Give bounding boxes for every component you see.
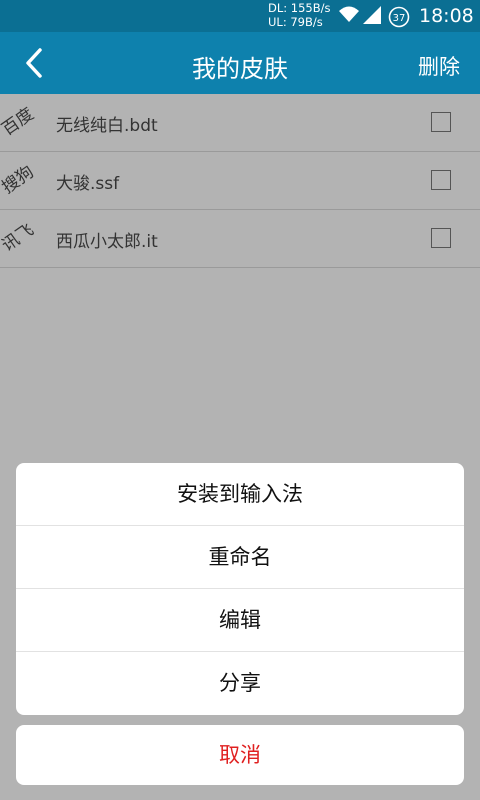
- rename-button[interactable]: 重命名: [16, 526, 464, 589]
- title-bar: 我的皮肤 删除: [0, 32, 480, 94]
- network-speed: DL: 155B/s UL: 79B/s: [268, 1, 331, 29]
- source-tag: 百度: [0, 104, 38, 140]
- clock: 18:08: [419, 5, 474, 27]
- battery-level: 37: [393, 13, 406, 24]
- download-speed: DL: 155B/s: [268, 1, 331, 15]
- skin-name: 无线纯白.bdt: [56, 116, 158, 136]
- edit-button[interactable]: 编辑: [16, 589, 464, 652]
- signal-icon: [363, 6, 381, 24]
- select-checkbox[interactable]: [431, 228, 451, 248]
- upload-speed: UL: 79B/s: [268, 15, 323, 29]
- cancel-button[interactable]: 取消: [16, 725, 464, 785]
- page-title: 我的皮肤: [192, 55, 288, 83]
- battery-icon: 37: [388, 6, 410, 32]
- list-item[interactable]: 百度 无线纯白.bdt: [0, 94, 480, 152]
- select-checkbox[interactable]: [431, 112, 451, 132]
- source-tag: 讯飞: [0, 220, 38, 256]
- skin-list: 百度 无线纯白.bdt 搜狗 大骏.ssf 讯飞 西瓜小太郎.it: [0, 94, 480, 268]
- share-button[interactable]: 分享: [16, 652, 464, 715]
- list-item[interactable]: 搜狗 大骏.ssf: [0, 152, 480, 210]
- list-item[interactable]: 讯飞 西瓜小太郎.it: [0, 210, 480, 268]
- skin-name: 西瓜小太郎.it: [56, 232, 158, 252]
- skin-name: 大骏.ssf: [56, 174, 120, 194]
- source-tag: 搜狗: [0, 162, 38, 198]
- status-bar: DL: 155B/s UL: 79B/s 37 18:08: [0, 0, 480, 32]
- install-to-ime-button[interactable]: 安装到输入法: [16, 463, 464, 526]
- wifi-icon: [339, 6, 359, 22]
- action-sheet: 安装到输入法 重命名 编辑 分享: [16, 463, 464, 715]
- delete-button[interactable]: 删除: [418, 51, 460, 81]
- select-checkbox[interactable]: [431, 170, 451, 190]
